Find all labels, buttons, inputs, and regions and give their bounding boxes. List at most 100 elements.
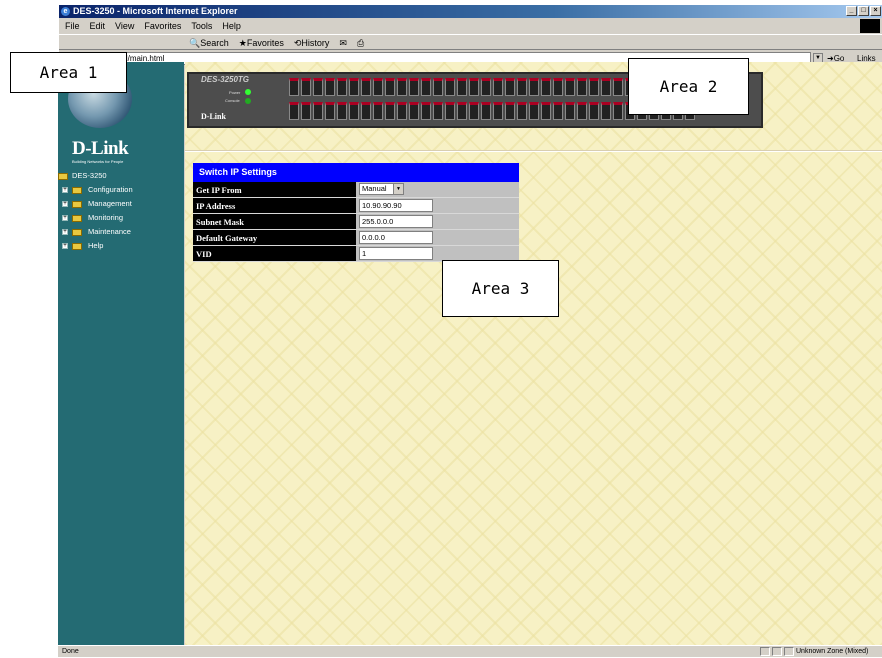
status-text: Done: [62, 648, 79, 655]
device-brand: D-Link: [201, 112, 226, 121]
switch-port: [577, 78, 587, 96]
history-label: History: [301, 38, 330, 48]
switch-port: [385, 78, 395, 96]
switch-port: [301, 102, 311, 120]
subnet-mask-input[interactable]: 255.0.0.0: [359, 215, 433, 228]
switch-port: [601, 102, 611, 120]
expand-icon[interactable]: +: [62, 201, 68, 207]
table-row: IP Address 10.90.90.90: [193, 198, 519, 214]
default-gateway-input[interactable]: 0.0.0.0: [359, 231, 433, 244]
sidebar-item-maintenance[interactable]: + Maintenance: [58, 225, 184, 239]
callout-area-1: Area 1: [10, 52, 127, 93]
row-label: Get IP From: [193, 182, 357, 197]
switch-port: [421, 78, 431, 96]
switch-port: [373, 78, 383, 96]
maximize-button[interactable]: □: [858, 6, 869, 16]
switch-port: [445, 102, 455, 120]
sidebar-item-label: Configuration: [88, 185, 133, 194]
table-row: Get IP From Manual ▼: [193, 182, 519, 198]
dlink-tagline: Building Networks for People: [72, 159, 124, 164]
console-led: [245, 98, 251, 104]
callout-area-2: Area 2: [628, 58, 749, 115]
menu-help[interactable]: Help: [222, 19, 241, 33]
expand-icon[interactable]: +: [62, 187, 68, 193]
power-label: Power: [229, 90, 241, 95]
menu-tools[interactable]: Tools: [191, 19, 212, 33]
zone-status: Unknown Zone (Mixed): [796, 648, 869, 655]
favorites-button[interactable]: ★Favorites: [239, 35, 284, 49]
ip-address-input[interactable]: 10.90.90.90: [359, 199, 433, 212]
switch-port: [301, 78, 311, 96]
expand-icon[interactable]: +: [62, 243, 68, 249]
menu-edit[interactable]: Edit: [90, 19, 106, 33]
row-label: VID: [193, 246, 357, 261]
history-button[interactable]: ⟲History: [294, 35, 330, 49]
folder-icon: [72, 215, 82, 222]
tree-root[interactable]: DES-3250: [58, 169, 184, 183]
sidebar-item-label: Management: [88, 199, 132, 208]
folder-icon: [72, 201, 82, 208]
switch-port: [349, 78, 359, 96]
console-label: Console: [225, 98, 240, 103]
switch-port: [337, 78, 347, 96]
switch-port: [613, 78, 623, 96]
switch-port: [313, 78, 323, 96]
folder-icon: [72, 243, 82, 250]
sidebar-item-configuration[interactable]: + Configuration: [58, 183, 184, 197]
menu-favorites[interactable]: Favorites: [144, 19, 181, 33]
switch-port: [385, 102, 395, 120]
status-bar: Done Unknown Zone (Mixed): [58, 645, 882, 657]
search-label: Search: [200, 38, 229, 48]
sidebar: D-Link Building Networks for People DES-…: [58, 62, 184, 645]
switch-port: [433, 78, 443, 96]
sidebar-item-monitoring[interactable]: + Monitoring: [58, 211, 184, 225]
device-model: DES-3250TG: [201, 75, 250, 84]
folder-icon: [58, 173, 68, 180]
sidebar-item-label: Maintenance: [88, 227, 131, 236]
switch-port: [505, 102, 515, 120]
switch-port: [325, 78, 335, 96]
menu-file[interactable]: File: [65, 19, 80, 33]
switch-port: [505, 78, 515, 96]
sidebar-item-help[interactable]: + Help: [58, 239, 184, 253]
switch-port: [337, 102, 347, 120]
switch-port: [601, 78, 611, 96]
favorites-label: Favorites: [246, 38, 284, 48]
switch-port: [361, 78, 371, 96]
table-row: Subnet Mask 255.0.0.0: [193, 214, 519, 230]
get-ip-from-select[interactable]: Manual ▼: [359, 183, 404, 195]
switch-port: [349, 102, 359, 120]
switch-ip-settings-table: Switch IP Settings Get IP From Manual ▼ I…: [193, 163, 519, 262]
ie-icon: e: [61, 7, 70, 16]
switch-port: [289, 102, 299, 120]
mail-icon[interactable]: ✉: [339, 35, 347, 49]
chevron-down-icon[interactable]: ▼: [393, 184, 403, 194]
search-button[interactable]: 🔍Search: [189, 35, 229, 49]
switch-port: [445, 78, 455, 96]
print-icon[interactable]: ⎙: [357, 35, 364, 49]
switch-port: [481, 78, 491, 96]
vid-input[interactable]: 1: [359, 247, 433, 260]
switch-port: [553, 102, 563, 120]
switch-port: [529, 102, 539, 120]
menu-bar: File Edit View Favorites Tools Help: [59, 19, 882, 33]
switch-port: [541, 78, 551, 96]
minimize-button[interactable]: _: [846, 6, 857, 16]
switch-port: [493, 78, 503, 96]
windows-flag-icon: [860, 19, 880, 33]
select-value: Manual: [362, 184, 387, 193]
menu-view[interactable]: View: [115, 19, 134, 33]
tree-root-label: DES-3250: [72, 171, 107, 180]
folder-icon: [72, 229, 82, 236]
expand-icon[interactable]: +: [62, 215, 68, 221]
sidebar-item-management[interactable]: + Management: [58, 197, 184, 211]
switch-port: [421, 102, 431, 120]
switch-port: [577, 102, 587, 120]
sidebar-item-label: Monitoring: [88, 213, 124, 222]
callout-area-3: Area 3: [442, 260, 559, 317]
expand-icon[interactable]: +: [62, 229, 68, 235]
close-button[interactable]: ×: [870, 6, 881, 16]
sidebar-item-label: Help: [88, 241, 104, 250]
divider: [185, 150, 882, 152]
switch-port: [313, 102, 323, 120]
